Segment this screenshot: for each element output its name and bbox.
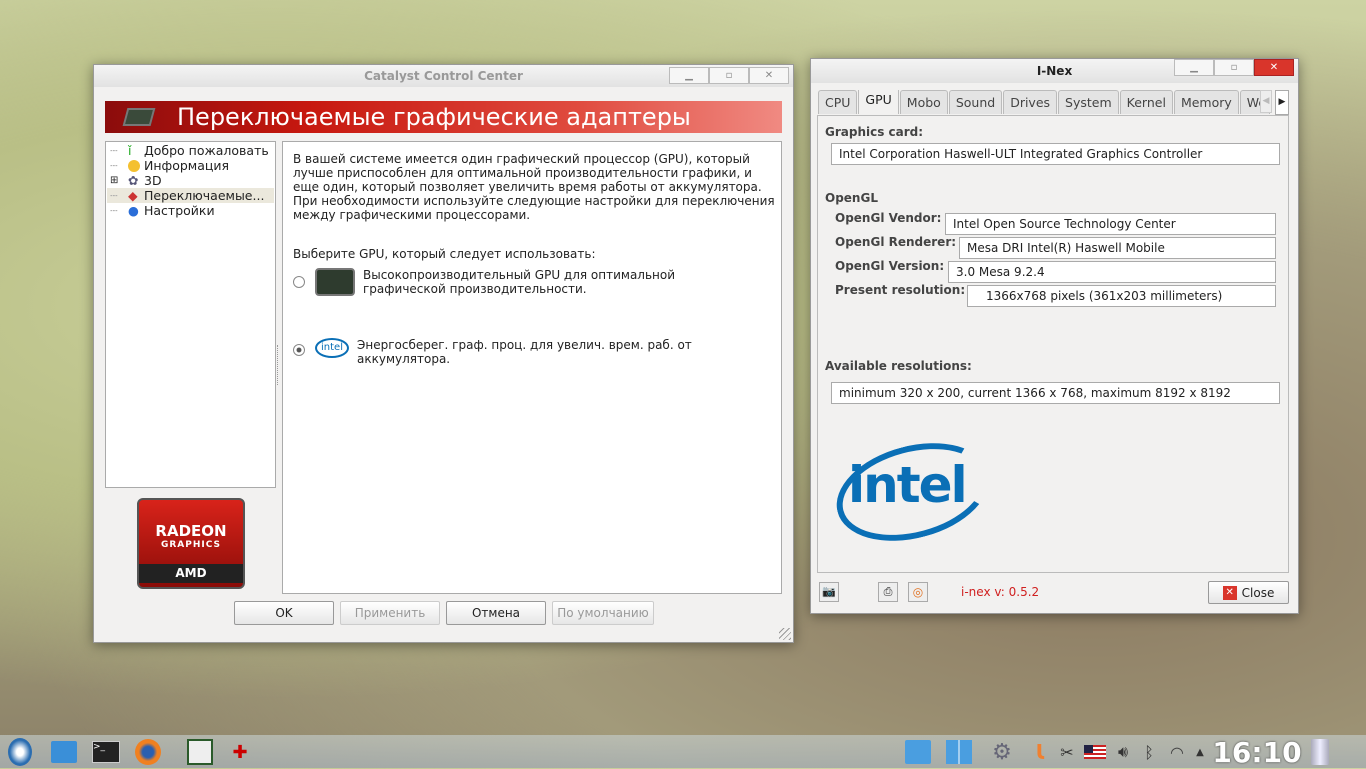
tree-item-switchable[interactable]: ┄ ◆ Переключаемые... <box>107 188 274 203</box>
catalyst-control-center-window: Catalyst Control Center ▁ ▫ ✕ Переключаемы… <box>93 64 794 643</box>
system-settings-icon[interactable]: ⚙ <box>986 738 1018 766</box>
print-button[interactable]: ⎙ <box>878 582 898 602</box>
cancel-button[interactable]: Отмена <box>446 601 546 625</box>
title-bar[interactable]: Catalyst Control Center ▁ ▫ ✕ <box>94 65 793 87</box>
tab-cpu[interactable]: CPU <box>818 90 858 114</box>
screenshot-button[interactable]: 📷 <box>819 582 839 602</box>
close-dialog-button[interactable]: ✕ Close <box>1208 581 1289 604</box>
graphics-card-field[interactable]: Intel Corporation Haswell-ULT Integrated… <box>831 143 1280 165</box>
tree-item-settings[interactable]: ┄ ● Настройки <box>110 203 215 218</box>
tab-scroll-left[interactable]: ◀ <box>1260 90 1272 113</box>
version-label: OpenGl Version: <box>835 259 945 273</box>
hidden-icon[interactable] <box>902 738 934 766</box>
volume-icon[interactable]: 🔊︎ <box>1110 738 1136 766</box>
resize-grip[interactable] <box>779 628 791 640</box>
resolution-field[interactable]: 1366x768 pixels (361x203 millimeters) <box>967 285 1276 307</box>
vendor-field[interactable]: Intel Open Source Technology Center <box>945 213 1276 235</box>
gpu-card-icon <box>315 268 355 296</box>
tab-drives[interactable]: Drives <box>1003 90 1058 114</box>
defaults-button[interactable]: По умолчанию <box>552 601 654 625</box>
radio-high-performance[interactable] <box>293 276 305 288</box>
version-field[interactable]: 3.0 Mesa 9.2.4 <box>948 261 1276 283</box>
radio-power-saving[interactable] <box>293 344 305 356</box>
title-bar[interactable]: I-Nex ▁ ▫ ✕ <box>811 59 1298 83</box>
3d-icon: ✿ <box>128 173 139 188</box>
firefox-icon[interactable] <box>132 738 164 766</box>
renderer-field[interactable]: Mesa DRI Intel(R) Haswell Mobile <box>959 237 1276 259</box>
page-title: Переключаемые графические адаптеры <box>177 103 691 131</box>
tab-scroll-right[interactable]: ▶ <box>1275 90 1289 115</box>
tab-sound[interactable]: Sound <box>948 90 1003 114</box>
navigation-tree: ┄ ǐ Добро пожаловать ┄ Информация ⊞ ✿ 3D ┄ ◆ Пе… <box>105 141 276 488</box>
renderer-label: OpenGl Renderer: <box>835 235 957 249</box>
tree-item-3d[interactable]: ⊞ ✿ 3D <box>110 173 162 188</box>
about-button[interactable]: ◎ <box>908 582 928 602</box>
vendor-label: OpenGl Vendor: <box>835 211 942 225</box>
tree-item-information[interactable]: ┄ Информация <box>110 158 229 173</box>
clipboard-scissors-icon[interactable]: ✂ <box>1056 738 1078 766</box>
close-x-icon: ✕ <box>1222 585 1237 600</box>
inex-window: I-Nex ▁ ▫ ✕ CPU GPU Mobo Sound Drives Syst… <box>810 58 1299 614</box>
tab-bar: CPU GPU Mobo Sound Drives System Kernel … <box>818 90 1298 115</box>
description-text: В вашей системе имеется один графический… <box>293 152 775 222</box>
inex-task-icon[interactable] <box>184 738 216 766</box>
settings-icon: ● <box>128 203 139 218</box>
gpu-tab-panel: Graphics card: Intel Corporation Haswell… <box>817 115 1289 573</box>
expand-icon[interactable]: ⊞ <box>110 173 128 188</box>
window-title: I-Nex <box>1036 64 1073 78</box>
tab-memory[interactable]: Memory <box>1173 90 1239 114</box>
clock[interactable]: 16:10 <box>1212 736 1302 769</box>
window-layout-icon[interactable] <box>943 738 975 766</box>
apply-button[interactable]: Применить <box>340 601 440 625</box>
update-notifier-icon[interactable]: Ɩ <box>1026 738 1054 766</box>
tab-system[interactable]: System <box>1058 90 1119 114</box>
tree-item-welcome[interactable]: ┄ ǐ Добро пожаловать <box>110 143 269 158</box>
keyboard-layout-flag-icon[interactable] <box>1082 738 1108 766</box>
version-text: i-nex v: 0.5.2 <box>961 585 1040 599</box>
splitter-handle[interactable] <box>277 345 280 385</box>
maximize-button[interactable]: ▫ <box>709 67 749 84</box>
info-icon <box>128 159 140 172</box>
window-title: Catalyst Control Center <box>364 69 523 83</box>
switchable-icon: ◆ <box>128 188 138 203</box>
wifi-icon[interactable]: ◠ <box>1164 738 1190 766</box>
catalyst-task-icon[interactable]: ✚ <box>224 738 256 766</box>
tab-mobo[interactable]: Mobo <box>899 90 948 114</box>
option-high-performance[interactable]: Высокопроизводительный GPU для оптимальн… <box>293 268 693 296</box>
file-manager-icon[interactable] <box>48 738 80 766</box>
terminal-icon[interactable]: >_ <box>90 738 122 766</box>
available-resolutions-field[interactable]: minimum 320 x 200, current 1366 x 768, m… <box>831 382 1280 404</box>
switchable-graphics-icon <box>122 108 156 126</box>
expand-tray-icon[interactable]: ▲ <box>1192 738 1208 766</box>
radeon-logo: RADEON GRAPHICS AMD <box>137 498 245 589</box>
welcome-icon: ǐ <box>128 143 132 158</box>
intel-logo-text: intel <box>848 456 968 514</box>
available-resolutions-label: Available resolutions: <box>825 359 972 373</box>
graphics-card-label: Graphics card: <box>825 125 924 139</box>
minimize-button[interactable]: ▁ <box>669 67 709 84</box>
resolution-label: Present resolution: <box>835 283 966 297</box>
close-button[interactable]: ✕ <box>749 67 789 84</box>
tab-gpu[interactable]: GPU <box>858 90 899 114</box>
content-panel: В вашей системе имеется один графический… <box>282 141 782 594</box>
application-launcher-icon[interactable] <box>4 738 36 766</box>
tab-kernel[interactable]: Kernel <box>1119 90 1173 114</box>
bluetooth-icon[interactable]: ᛒ <box>1138 738 1160 766</box>
option-power-saving[interactable]: intel Энергосберег. граф. проц. для увел… <box>293 338 717 366</box>
minimize-button[interactable]: ▁ <box>1174 59 1214 76</box>
choose-gpu-label: Выберите GPU, который следует использова… <box>293 247 596 261</box>
page-banner: Переключаемые графические адаптеры <box>105 101 782 133</box>
trash-icon[interactable] <box>1306 738 1334 766</box>
maximize-button[interactable]: ▫ <box>1214 59 1254 76</box>
intel-icon: intel <box>315 338 349 358</box>
close-button[interactable]: ✕ <box>1254 59 1294 76</box>
ok-button[interactable]: OK <box>234 601 334 625</box>
opengl-label: OpenGL <box>825 191 878 205</box>
